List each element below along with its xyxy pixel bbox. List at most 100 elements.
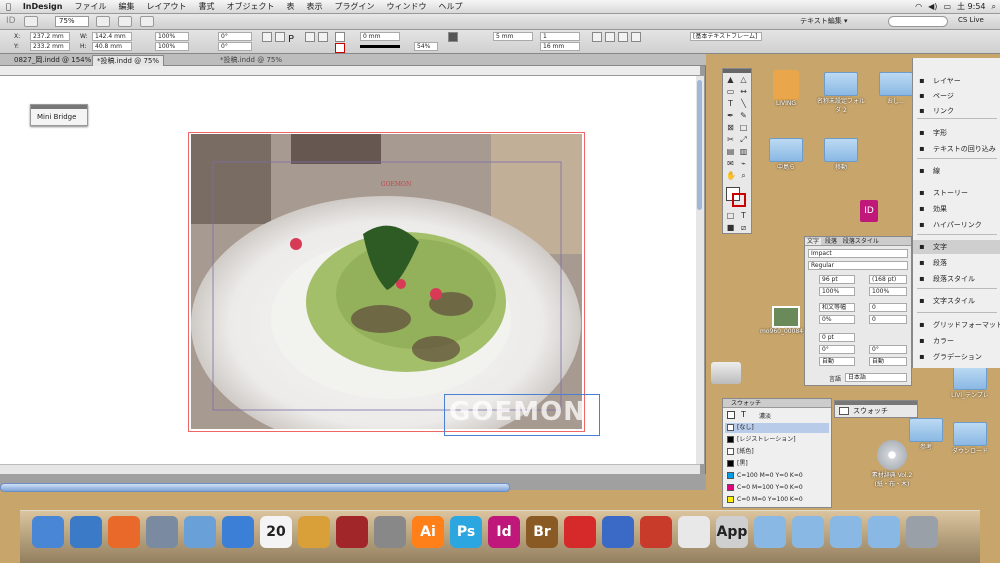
clock[interactable]: 土 9:54 bbox=[957, 1, 986, 12]
vertical-scroll-thumb[interactable] bbox=[697, 80, 702, 210]
dock-folder-icon[interactable] bbox=[754, 516, 786, 548]
flip-h-icon[interactable] bbox=[305, 32, 315, 42]
tab-character[interactable]: 文字 bbox=[805, 238, 822, 245]
fill-swatch-icon[interactable] bbox=[335, 32, 345, 42]
tab-toukou[interactable]: *投稿.indd @ 75% bbox=[92, 55, 165, 66]
swatch-fill-icon[interactable] bbox=[727, 411, 735, 419]
menu-plugins[interactable]: プラグイン bbox=[328, 1, 380, 12]
horizontal-scale-field[interactable]: 100% bbox=[869, 287, 907, 296]
tab-paragraph-style[interactable]: 段落スタイル bbox=[841, 238, 881, 245]
gradient-tool-icon[interactable]: ▤ bbox=[726, 147, 735, 156]
scissors-tool-icon[interactable]: ✂ bbox=[726, 135, 735, 144]
volume-icon[interactable]: ◀) bbox=[928, 2, 937, 11]
zoom-tool-icon[interactable]: ⌕ bbox=[739, 171, 748, 180]
indesign-file-icon[interactable]: ID bbox=[860, 200, 878, 222]
swatch-row[interactable]: [なし] bbox=[725, 423, 829, 433]
pen-tool-icon[interactable]: ✒ bbox=[726, 111, 735, 120]
dock-stuffit-icon[interactable] bbox=[640, 516, 672, 548]
hand-tool-icon[interactable]: ✋ bbox=[726, 171, 736, 180]
dock-finder-icon[interactable] bbox=[32, 516, 64, 548]
dock-itunes-icon[interactable] bbox=[222, 516, 254, 548]
y-position-field[interactable]: 233.2 mm bbox=[30, 42, 70, 51]
dock-folder-icon[interactable] bbox=[868, 516, 900, 548]
dock-photo-booth-icon[interactable] bbox=[336, 516, 368, 548]
screen-mode-button[interactable] bbox=[118, 16, 132, 27]
arrange-documents-button[interactable] bbox=[140, 16, 154, 27]
scale-y-field[interactable]: 100% bbox=[155, 42, 189, 51]
dock-safari-icon[interactable] bbox=[70, 516, 102, 548]
panel-item-para[interactable]: ▪ 段落 bbox=[913, 256, 1000, 270]
panel-item-gradient[interactable]: ▪ グラデーション bbox=[913, 350, 1000, 364]
menu-window[interactable]: ウィンドウ bbox=[380, 1, 432, 12]
menu-file[interactable]: ファイル bbox=[68, 1, 112, 12]
desktop-folder-move[interactable]: 移動 bbox=[815, 138, 867, 171]
dock-20-icon[interactable]: 20 bbox=[260, 516, 292, 548]
object-style-select[interactable]: [基本テキストフレーム] bbox=[690, 32, 762, 41]
apply-color-icon[interactable]: ■ bbox=[726, 223, 735, 232]
stroke-box-icon[interactable] bbox=[732, 193, 746, 207]
pasta-photo[interactable]: GOEMON bbox=[191, 134, 582, 429]
menu-layout[interactable]: レイアウト bbox=[140, 1, 192, 12]
menu-app[interactable]: InDesign bbox=[17, 2, 69, 11]
menu-type[interactable]: 書式 bbox=[192, 1, 220, 12]
note-tool-icon[interactable]: ✉ bbox=[726, 159, 735, 168]
scale-x-field[interactable]: 100% bbox=[155, 32, 189, 41]
tracking-field[interactable]: 0 bbox=[869, 303, 907, 312]
wifi-icon[interactable]: ◠ bbox=[915, 2, 922, 11]
tsume-field[interactable]: 0% bbox=[819, 315, 855, 324]
stroke-weight-field[interactable]: 0 mm bbox=[360, 32, 400, 41]
align-bottom-icon[interactable] bbox=[618, 32, 628, 42]
dock-mail-icon[interactable] bbox=[184, 516, 216, 548]
swatches-title[interactable]: スウォッチ bbox=[723, 399, 831, 408]
dock-acrobat-icon[interactable] bbox=[564, 516, 596, 548]
inset-top-field[interactable]: 5 mm bbox=[493, 32, 533, 41]
goemon-text[interactable]: GOEMON bbox=[445, 395, 599, 427]
direct-selection-tool-icon[interactable]: △ bbox=[739, 75, 748, 84]
desktop-folder-nakajima[interactable]: 中島ら bbox=[760, 138, 812, 171]
height-field[interactable]: 40.8 mm bbox=[92, 42, 132, 51]
dock-br-icon[interactable]: Br bbox=[526, 516, 558, 548]
rotation-field[interactable]: 0° bbox=[218, 32, 252, 41]
zoom-field[interactable]: 75% bbox=[55, 16, 89, 27]
dock-id-icon[interactable]: Id bbox=[488, 516, 520, 548]
font-family-select[interactable]: Impact bbox=[808, 249, 908, 258]
type-tool-icon[interactable]: T bbox=[726, 99, 735, 108]
x-position-field[interactable]: 237.2 mm bbox=[30, 32, 70, 41]
menu-help[interactable]: ヘルプ bbox=[432, 1, 468, 12]
mini-bridge-panel[interactable]: Mini Bridge bbox=[30, 104, 88, 126]
line-tool-icon[interactable]: ╲ bbox=[739, 99, 748, 108]
align-top-icon[interactable] bbox=[592, 32, 602, 42]
char-rotation-field[interactable]: 0° bbox=[869, 345, 907, 354]
gap-tool-icon[interactable]: ↔ bbox=[739, 87, 748, 96]
workspace-switcher[interactable]: テキスト編集 ▾ bbox=[800, 16, 848, 26]
font-size-field[interactable]: 96 pt bbox=[819, 275, 855, 284]
apply-none-icon[interactable]: ⧄ bbox=[739, 223, 748, 232]
panel-item-stroke2[interactable]: ▪ ストーリー bbox=[913, 186, 1000, 200]
panel-item-fx[interactable]: ▪ 効果 bbox=[913, 202, 1000, 216]
dock-app-icon[interactable]: App bbox=[716, 516, 748, 548]
desktop-folder-livi[interactable]: LIVI_テンプレ bbox=[944, 366, 996, 399]
auto-aki-after-field[interactable]: 自動 bbox=[869, 357, 907, 366]
stroke-type-icon[interactable] bbox=[360, 45, 400, 48]
view-options-button[interactable] bbox=[96, 16, 110, 27]
gutter-field[interactable]: 16 mm bbox=[540, 42, 580, 51]
eyedropper-tool-icon[interactable]: ⌁ bbox=[739, 159, 748, 168]
width-field[interactable]: 142.4 mm bbox=[92, 32, 132, 41]
aki-field[interactable]: 0 bbox=[869, 315, 907, 324]
shear-field[interactable]: 0° bbox=[218, 42, 252, 51]
pencil-tool-icon[interactable]: ✎ bbox=[739, 111, 748, 120]
auto-aki-before-field[interactable]: 自動 bbox=[819, 357, 855, 366]
desktop-drive-living[interactable]: LIVING bbox=[760, 70, 812, 107]
search-field[interactable] bbox=[888, 16, 948, 27]
selection-tool-icon[interactable]: ▲ bbox=[726, 75, 735, 84]
gradient-feather-tool-icon[interactable]: ▥ bbox=[739, 147, 748, 156]
rotate-cw-icon[interactable] bbox=[262, 32, 272, 42]
dock-iphoto-icon[interactable] bbox=[298, 516, 330, 548]
kerning-select[interactable]: 和文等幅 bbox=[819, 303, 855, 312]
align-center-icon[interactable] bbox=[605, 32, 615, 42]
menu-table[interactable]: 表 bbox=[280, 1, 300, 12]
swatch-row[interactable]: [レジストレーション] bbox=[725, 435, 829, 445]
panel-item-links[interactable]: ▪ リンク bbox=[913, 104, 1000, 118]
paragraph-p-icon[interactable]: P bbox=[288, 35, 298, 46]
cs-live-button[interactable]: CS Live bbox=[958, 16, 984, 24]
